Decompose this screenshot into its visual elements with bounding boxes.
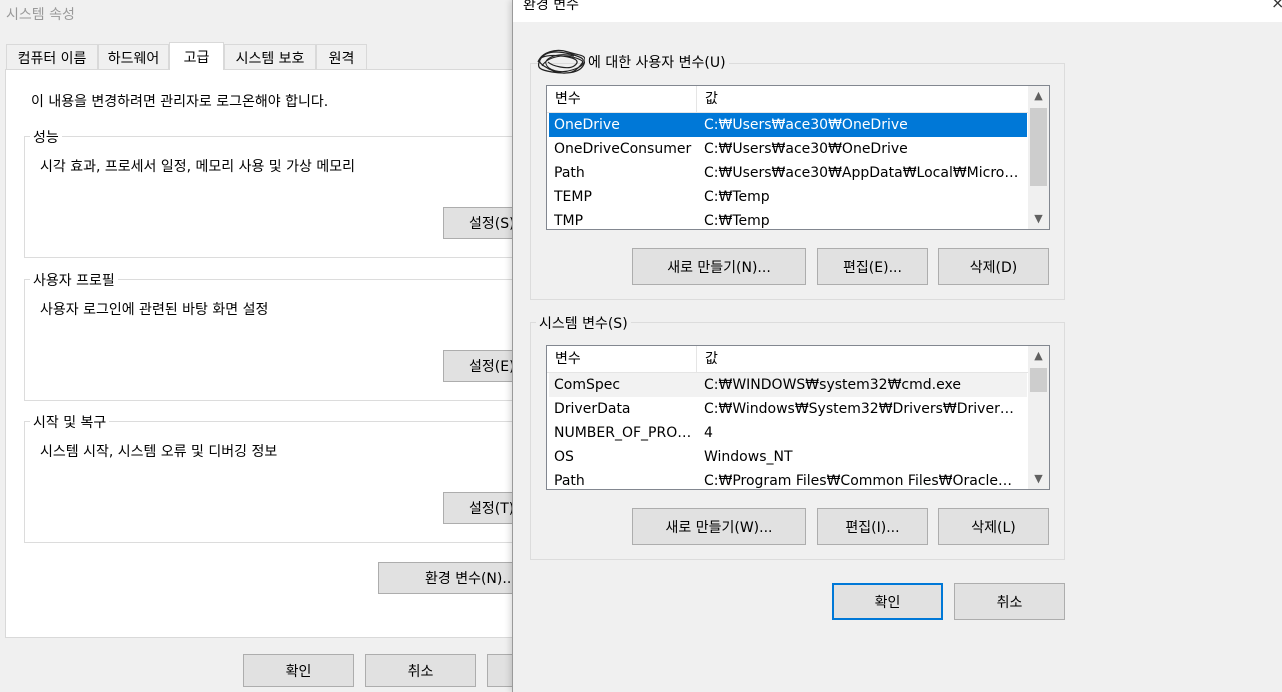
- row-value: C:₩Users₩ace30₩OneDrive: [704, 141, 908, 157]
- user-variables-title: 에 대한 사용자 변수(U): [585, 52, 729, 72]
- scroll-thumb[interactable]: [1030, 108, 1047, 186]
- window-title: 시스템 속성: [6, 7, 75, 23]
- scroll-down-icon[interactable]: ▼: [1028, 209, 1049, 229]
- performance-group: [24, 136, 524, 258]
- system-new-button[interactable]: 새로 만들기(W)...: [632, 508, 806, 545]
- table-row[interactable]: TEMP C:₩Temp: [549, 185, 1027, 209]
- row-value: C:₩WINDOWS₩system32₩cmd.exe: [704, 377, 961, 393]
- tab-system-protection[interactable]: 시스템 보호: [224, 44, 316, 70]
- scroll-thumb[interactable]: [1030, 368, 1047, 392]
- sys-ok-button[interactable]: 확인: [243, 654, 354, 687]
- admin-note: 이 내용을 변경하려면 관리자로 로그온해야 합니다.: [31, 94, 329, 110]
- system-variables-title: 시스템 변수(S): [536, 313, 631, 333]
- row-value: C:₩Temp: [704, 189, 770, 205]
- row-variable: ComSpec: [554, 377, 621, 393]
- row-value: Windows_NT: [704, 449, 793, 465]
- user-profile-desc: 사용자 로그인에 관련된 바탕 화면 설정: [40, 302, 269, 318]
- row-value: C:₩Temp: [704, 213, 770, 229]
- row-variable: TEMP: [554, 189, 592, 205]
- row-value: C:₩Users₩ace30₩OneDrive: [704, 117, 908, 133]
- system-properties-window: 시스템 속성 컴퓨터 이름 하드웨어 고급 시스템 보호 원격 이 내용을 변경…: [0, 0, 538, 692]
- row-value: C:₩Windows₩System32₩Drivers₩DriverData: [704, 401, 1019, 417]
- env-cancel-button[interactable]: 취소: [954, 583, 1065, 620]
- env-ok-button[interactable]: 확인: [832, 583, 943, 620]
- row-variable: NUMBER_OF_PROC...: [554, 425, 699, 441]
- row-variable: Path: [554, 473, 585, 489]
- user-new-button[interactable]: 새로 만들기(N)...: [632, 248, 806, 285]
- startup-recovery-group: [24, 421, 524, 543]
- startup-recovery-desc: 시스템 시작, 시스템 오류 및 디버깅 정보: [40, 444, 278, 460]
- user-variables-list[interactable]: 변수 값 OneDrive C:₩Users₩ace30₩OneDrive On…: [546, 85, 1050, 230]
- scroll-down-icon[interactable]: ▼: [1028, 469, 1049, 489]
- row-variable: OS: [554, 449, 574, 465]
- table-row[interactable]: DriverData C:₩Windows₩System32₩Drivers₩D…: [549, 397, 1027, 421]
- tab-computer-name[interactable]: 컴퓨터 이름: [6, 44, 98, 70]
- user-edit-button[interactable]: 편집(E)...: [817, 248, 928, 285]
- row-variable: DriverData: [554, 401, 631, 417]
- row-variable: OneDrive: [554, 117, 620, 133]
- table-row[interactable]: ComSpec C:₩WINDOWS₩system32₩cmd.exe: [549, 373, 1027, 397]
- row-value: C:₩Users₩ace30₩AppData₩Local₩Microsoft..…: [704, 165, 1019, 181]
- tab-advanced[interactable]: 고급: [169, 42, 224, 70]
- table-row[interactable]: OneDrive C:₩Users₩ace30₩OneDrive: [549, 113, 1027, 137]
- column-header-value[interactable]: 값: [697, 346, 1027, 372]
- row-variable: TMP: [554, 213, 584, 229]
- vertical-scrollbar[interactable]: ▲ ▼: [1028, 346, 1049, 489]
- scroll-up-icon[interactable]: ▲: [1028, 86, 1049, 106]
- vertical-scrollbar[interactable]: ▲ ▼: [1028, 86, 1049, 229]
- performance-desc: 시각 효과, 프로세서 일정, 메모리 사용 및 가상 메모리: [40, 159, 355, 175]
- table-row[interactable]: Path C:₩Users₩ace30₩AppData₩Local₩Micros…: [549, 161, 1027, 185]
- list-header: 변수 값: [547, 86, 1049, 113]
- table-row[interactable]: NUMBER_OF_PROC... 4: [549, 421, 1027, 445]
- column-header-variable[interactable]: 변수: [547, 86, 697, 112]
- user-profile-title: 사용자 프로필: [30, 270, 118, 290]
- row-value: 4: [704, 425, 713, 441]
- system-edit-button[interactable]: 편집(I)...: [817, 508, 928, 545]
- env-title-bar: [513, 0, 1282, 22]
- tab-remote[interactable]: 원격: [316, 44, 367, 70]
- row-variable: OneDriveConsumer: [554, 141, 692, 157]
- env-window-title: 환경 변수: [523, 0, 579, 13]
- scroll-up-icon[interactable]: ▲: [1028, 346, 1049, 366]
- system-delete-button[interactable]: 삭제(L): [938, 508, 1049, 545]
- column-header-value[interactable]: 값: [697, 86, 1027, 112]
- close-icon[interactable]: ×: [1271, 0, 1282, 12]
- tab-hardware[interactable]: 하드웨어: [98, 44, 169, 70]
- user-delete-button[interactable]: 삭제(D): [938, 248, 1049, 285]
- table-row[interactable]: OneDriveConsumer C:₩Users₩ace30₩OneDrive: [549, 137, 1027, 161]
- row-value: C:₩Program Files₩Common Files₩Oracle₩Ja.…: [704, 473, 1019, 489]
- environment-variables-window: 환경 변수 × 에 대한 사용자 변수(U) 변수 값 OneDrive C:₩…: [512, 0, 1282, 692]
- startup-recovery-title: 시작 및 복구: [30, 412, 110, 432]
- list-header: 변수 값: [547, 346, 1049, 373]
- system-variables-list[interactable]: 변수 값 ComSpec C:₩WINDOWS₩system32₩cmd.exe…: [546, 345, 1050, 490]
- table-row[interactable]: OS Windows_NT: [549, 445, 1027, 469]
- row-variable: Path: [554, 165, 585, 181]
- sys-cancel-button[interactable]: 취소: [365, 654, 476, 687]
- table-row[interactable]: Path C:₩Program Files₩Common Files₩Oracl…: [549, 469, 1027, 489]
- user-profile-group: [24, 279, 524, 401]
- table-row[interactable]: TMP C:₩Temp: [549, 209, 1027, 229]
- performance-title: 성능: [30, 127, 62, 147]
- column-header-variable[interactable]: 변수: [547, 346, 697, 372]
